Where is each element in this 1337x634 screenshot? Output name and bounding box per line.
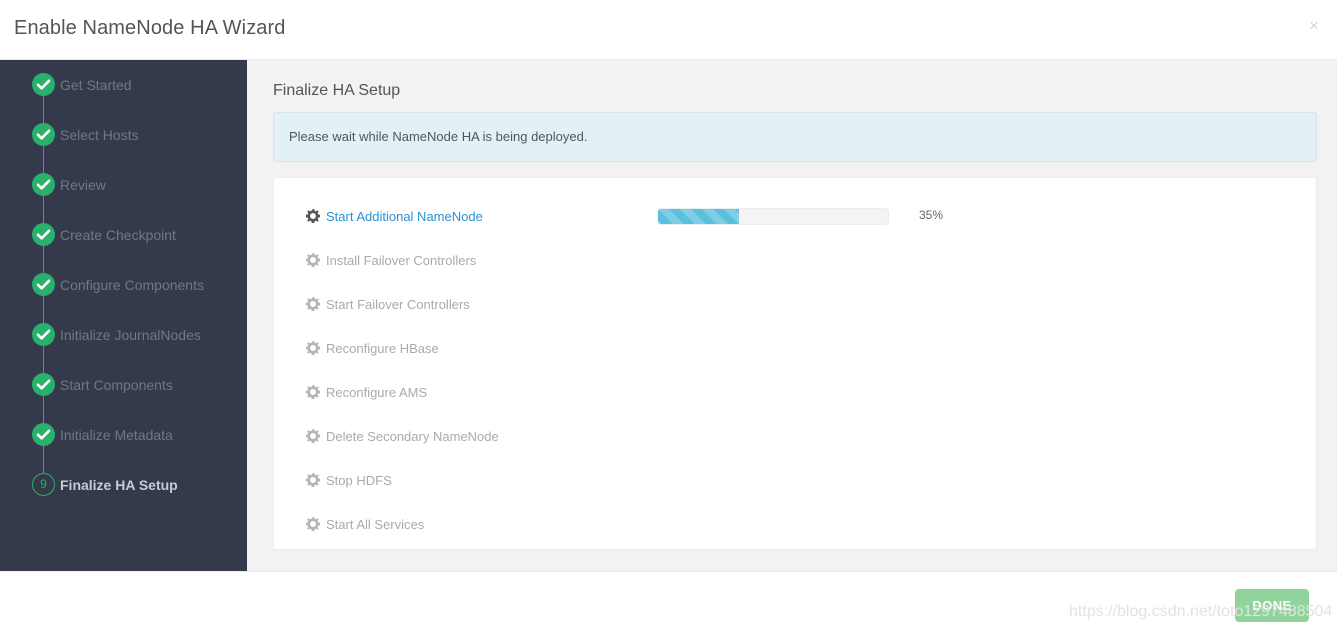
task-label: Start Failover Controllers bbox=[326, 296, 470, 312]
wizard-main: Finalize HA Setup Please wait while Name… bbox=[247, 60, 1337, 571]
wizard-footer: DONE bbox=[0, 571, 1337, 634]
main-heading: Finalize HA Setup bbox=[273, 82, 401, 99]
step-number-badge: 9 bbox=[32, 473, 55, 496]
sidebar-step-label: Review bbox=[60, 177, 106, 193]
check-icon bbox=[32, 273, 55, 296]
wizard-sidebar: Get Started Select Hosts Review Create Chec… bbox=[0, 60, 247, 571]
gear-icon bbox=[306, 473, 320, 487]
task-label: Start All Services bbox=[326, 516, 425, 532]
gear-icon bbox=[306, 385, 320, 399]
step-list: Get Started Select Hosts Review Create Chec… bbox=[0, 60, 247, 510]
gear-icon bbox=[306, 253, 320, 267]
task-row[interactable]: Reconfigure HBase bbox=[274, 326, 1316, 370]
task-row[interactable]: Start Failover Controllers bbox=[274, 282, 1316, 326]
sidebar-step-label: Initialize Metadata bbox=[60, 427, 173, 443]
wizard-body: Get Started Select Hosts Review Create Chec… bbox=[0, 60, 1337, 571]
close-icon[interactable]: × bbox=[1303, 14, 1325, 36]
task-progress-bar bbox=[657, 208, 889, 225]
wizard-modal: Enable NameNode HA Wizard × Get Started S… bbox=[0, 0, 1337, 634]
task-row[interactable]: Start Additional NameNode 35% bbox=[274, 194, 1316, 238]
wizard-header: Enable NameNode HA Wizard × bbox=[0, 0, 1337, 60]
sidebar-step-9[interactable]: 9 Finalize HA Setup bbox=[0, 460, 247, 510]
check-icon bbox=[32, 173, 55, 196]
info-alert-text: Please wait while NameNode HA is being d… bbox=[289, 129, 588, 144]
sidebar-step-6[interactable]: Initialize JournalNodes bbox=[0, 310, 247, 385]
sidebar-step-label: Finalize HA Setup bbox=[60, 477, 178, 493]
sidebar-step-2[interactable]: Select Hosts bbox=[0, 110, 247, 185]
task-row[interactable]: Stop HDFS bbox=[274, 458, 1316, 502]
gear-icon bbox=[306, 209, 320, 223]
sidebar-step-label: Configure Components bbox=[60, 277, 204, 293]
sidebar-step-label: Create Checkpoint bbox=[60, 227, 176, 243]
gear-icon bbox=[306, 341, 320, 355]
task-list: Start Additional NameNode 35% Install Fail… bbox=[274, 194, 1316, 546]
sidebar-step-3[interactable]: Review bbox=[0, 160, 247, 235]
check-icon bbox=[32, 373, 55, 396]
sidebar-step-1[interactable]: Get Started bbox=[0, 60, 247, 135]
gear-icon bbox=[306, 297, 320, 311]
sidebar-step-label: Initialize JournalNodes bbox=[60, 327, 201, 343]
check-icon bbox=[32, 223, 55, 246]
gear-icon bbox=[306, 517, 320, 531]
sidebar-step-8[interactable]: Initialize Metadata bbox=[0, 410, 247, 485]
sidebar-step-label: Get Started bbox=[60, 77, 132, 93]
gear-icon bbox=[306, 429, 320, 443]
task-row[interactable]: Reconfigure AMS bbox=[274, 370, 1316, 414]
task-row[interactable]: Start All Services bbox=[274, 502, 1316, 546]
task-label: Reconfigure HBase bbox=[326, 340, 439, 356]
task-label: Delete Secondary NameNode bbox=[326, 428, 499, 444]
task-progress-percent: 35% bbox=[919, 208, 944, 222]
sidebar-step-label: Select Hosts bbox=[60, 127, 139, 143]
task-card: Start Additional NameNode 35% Install Fail… bbox=[273, 177, 1317, 550]
task-label: Reconfigure AMS bbox=[326, 384, 428, 400]
check-icon bbox=[32, 323, 55, 346]
info-alert: Please wait while NameNode HA is being d… bbox=[273, 112, 1317, 162]
check-icon bbox=[32, 73, 55, 96]
task-label: Start Additional NameNode bbox=[326, 208, 483, 224]
done-button[interactable]: DONE bbox=[1235, 589, 1309, 622]
sidebar-step-5[interactable]: Configure Components bbox=[0, 260, 247, 335]
task-label: Stop HDFS bbox=[326, 472, 392, 488]
task-progress-fill bbox=[658, 209, 739, 224]
sidebar-step-label: Start Components bbox=[60, 377, 173, 393]
sidebar-step-7[interactable]: Start Components bbox=[0, 360, 247, 435]
check-icon bbox=[32, 123, 55, 146]
task-row[interactable]: Delete Secondary NameNode bbox=[274, 414, 1316, 458]
check-icon bbox=[32, 423, 55, 446]
task-row[interactable]: Install Failover Controllers bbox=[274, 238, 1316, 282]
sidebar-step-4[interactable]: Create Checkpoint bbox=[0, 210, 247, 285]
task-label: Install Failover Controllers bbox=[326, 252, 477, 268]
page-title: Enable NameNode HA Wizard bbox=[14, 17, 286, 39]
